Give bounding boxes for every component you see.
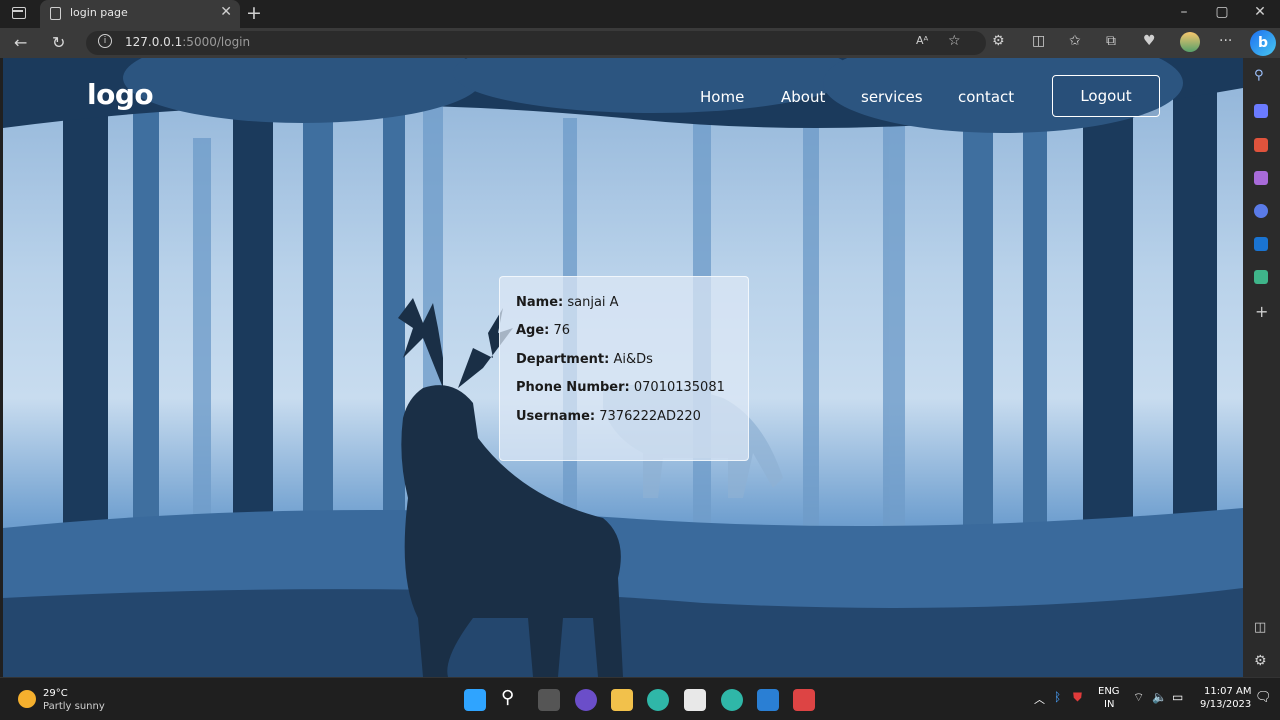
nav-home[interactable]: Home <box>700 88 744 106</box>
outlook-icon[interactable] <box>1254 237 1268 251</box>
nav-services[interactable]: services <box>861 88 923 106</box>
profile-phone-row: Phone Number: 07010135081 <box>516 378 732 406</box>
nav-about[interactable]: About <box>781 88 825 106</box>
profile-icon[interactable] <box>1180 32 1200 52</box>
extensions-icon[interactable]: ⚙ <box>992 33 1005 49</box>
shopping-icon[interactable] <box>1254 104 1268 118</box>
edge-dev-icon[interactable] <box>647 689 669 711</box>
wifi-icon[interactable]: ⌔ <box>1133 690 1144 705</box>
split-screen-icon[interactable]: ◫ <box>1032 33 1045 49</box>
department-label: Department: <box>516 351 610 367</box>
show-hidden-icons[interactable]: ︿ <box>1034 691 1045 707</box>
username-label: Username: <box>516 408 596 424</box>
logout-button[interactable]: Logout <box>1052 75 1160 117</box>
clock-date[interactable]: 9/13/2023 <box>1200 699 1251 710</box>
lang-top[interactable]: ENG <box>1098 686 1120 697</box>
phone-label: Phone Number: <box>516 380 630 396</box>
games-icon[interactable] <box>1254 171 1268 185</box>
department-value: Ai&Ds <box>613 351 653 367</box>
tab-actions-icon[interactable] <box>12 7 26 19</box>
browser-tab[interactable]: login page ✕ <box>40 0 240 28</box>
profile-age-row: Age: 76 <box>516 321 732 349</box>
tab-bar: login page ✕ + – ▢ ✕ <box>0 0 1280 28</box>
name-label: Name: <box>516 295 564 310</box>
clock-time[interactable]: 11:07 AM <box>1204 686 1251 697</box>
page-viewport: logo Home About services contact Logout … <box>3 58 1243 677</box>
age-label: Age: <box>516 323 550 339</box>
name-value: sanjai A <box>567 295 619 310</box>
nav-contact[interactable]: contact <box>958 88 1014 106</box>
site-logo[interactable]: logo <box>87 78 154 111</box>
back-icon[interactable]: ← <box>14 33 27 52</box>
file-explorer-icon[interactable] <box>611 689 633 711</box>
store-icon[interactable] <box>684 689 706 711</box>
teams-icon[interactable] <box>575 689 597 711</box>
favorite-icon[interactable]: ☆ <box>948 33 961 49</box>
bluetooth-icon[interactable]: ᛒ <box>1054 690 1061 704</box>
snipping-tool-icon[interactable] <box>793 689 815 711</box>
profile-name-row: Name: sanjai A <box>516 293 732 321</box>
info-icon[interactable]: i <box>98 34 112 48</box>
vscode-icon[interactable] <box>757 689 779 711</box>
favorites-icon[interactable]: ✩ <box>1069 33 1081 49</box>
sidebar-toggle-icon[interactable]: ◫ <box>1254 620 1266 635</box>
notifications-icon[interactable]: 🗨 <box>1255 690 1272 705</box>
profile-card: Name: sanjai A Age: 76 Department: Ai&Ds… <box>499 276 749 461</box>
address-bar-row: ← ↻ i 127.0.0.1:5000/login Aᴬ ☆ ⚙ ◫ ✩ ⧉ … <box>0 28 1280 58</box>
add-icon[interactable]: + <box>1255 302 1268 321</box>
weather-desc[interactable]: Partly sunny <box>43 701 105 712</box>
new-tab-icon[interactable]: + <box>246 2 262 24</box>
maximize-icon[interactable]: ▢ <box>1212 4 1232 20</box>
battery-icon[interactable]: ▭ <box>1172 690 1183 704</box>
task-view-icon[interactable] <box>538 689 560 711</box>
close-window-icon[interactable]: ✕ <box>1250 4 1270 20</box>
start-icon[interactable] <box>464 689 486 711</box>
age-value: 76 <box>553 323 571 339</box>
lang-bottom[interactable]: IN <box>1104 699 1114 710</box>
copilot-icon[interactable] <box>1254 204 1268 218</box>
minimize-icon[interactable]: – <box>1174 4 1194 20</box>
search-taskbar-icon[interactable]: ⚲ <box>501 687 514 708</box>
health-icon[interactable]: ♥ <box>1143 33 1156 49</box>
url-host: 127.0.0.1 <box>125 35 183 49</box>
collections-icon[interactable]: ⧉ <box>1106 33 1116 49</box>
volume-icon[interactable]: 🔈 <box>1152 690 1167 704</box>
weather-temp[interactable]: 29°C <box>43 688 68 699</box>
read-aloud-icon[interactable]: Aᴬ <box>916 34 928 47</box>
url-text: 127.0.0.1:5000/login <box>125 35 250 49</box>
page-icon <box>50 7 61 20</box>
drop-icon[interactable] <box>1254 270 1268 284</box>
username-value: 7376222AD220 <box>599 408 701 424</box>
antivirus-icon[interactable]: ⛊ <box>1073 690 1082 705</box>
url-field[interactable]: i 127.0.0.1:5000/login Aᴬ ☆ <box>86 31 986 55</box>
taskbar: 29°C Partly sunny ⚲ ︿ ᛒ ⛊ ENG IN ⌔ 🔈 ▭ 1… <box>0 677 1280 720</box>
tools-icon[interactable] <box>1254 138 1268 152</box>
settings-icon[interactable]: ⚙ <box>1254 653 1267 669</box>
more-icon[interactable]: ··· <box>1219 33 1232 49</box>
profile-username-row: Username: 7376222AD220 <box>516 407 732 435</box>
phone-value: 07010135081 <box>633 380 725 396</box>
edge-icon[interactable] <box>721 689 743 711</box>
url-path: :5000/login <box>182 35 251 49</box>
tab-title: login page <box>70 6 128 19</box>
refresh-icon[interactable]: ↻ <box>52 33 65 52</box>
close-icon[interactable]: ✕ <box>220 4 232 20</box>
profile-department-row: Department: Ai&Ds <box>516 350 732 378</box>
edge-sidebar: ⚲ + ◫ ⚙ <box>1243 58 1280 677</box>
bing-icon[interactable]: b <box>1250 30 1276 56</box>
search-icon[interactable]: ⚲ <box>1254 68 1264 83</box>
weather-icon[interactable] <box>18 690 36 708</box>
